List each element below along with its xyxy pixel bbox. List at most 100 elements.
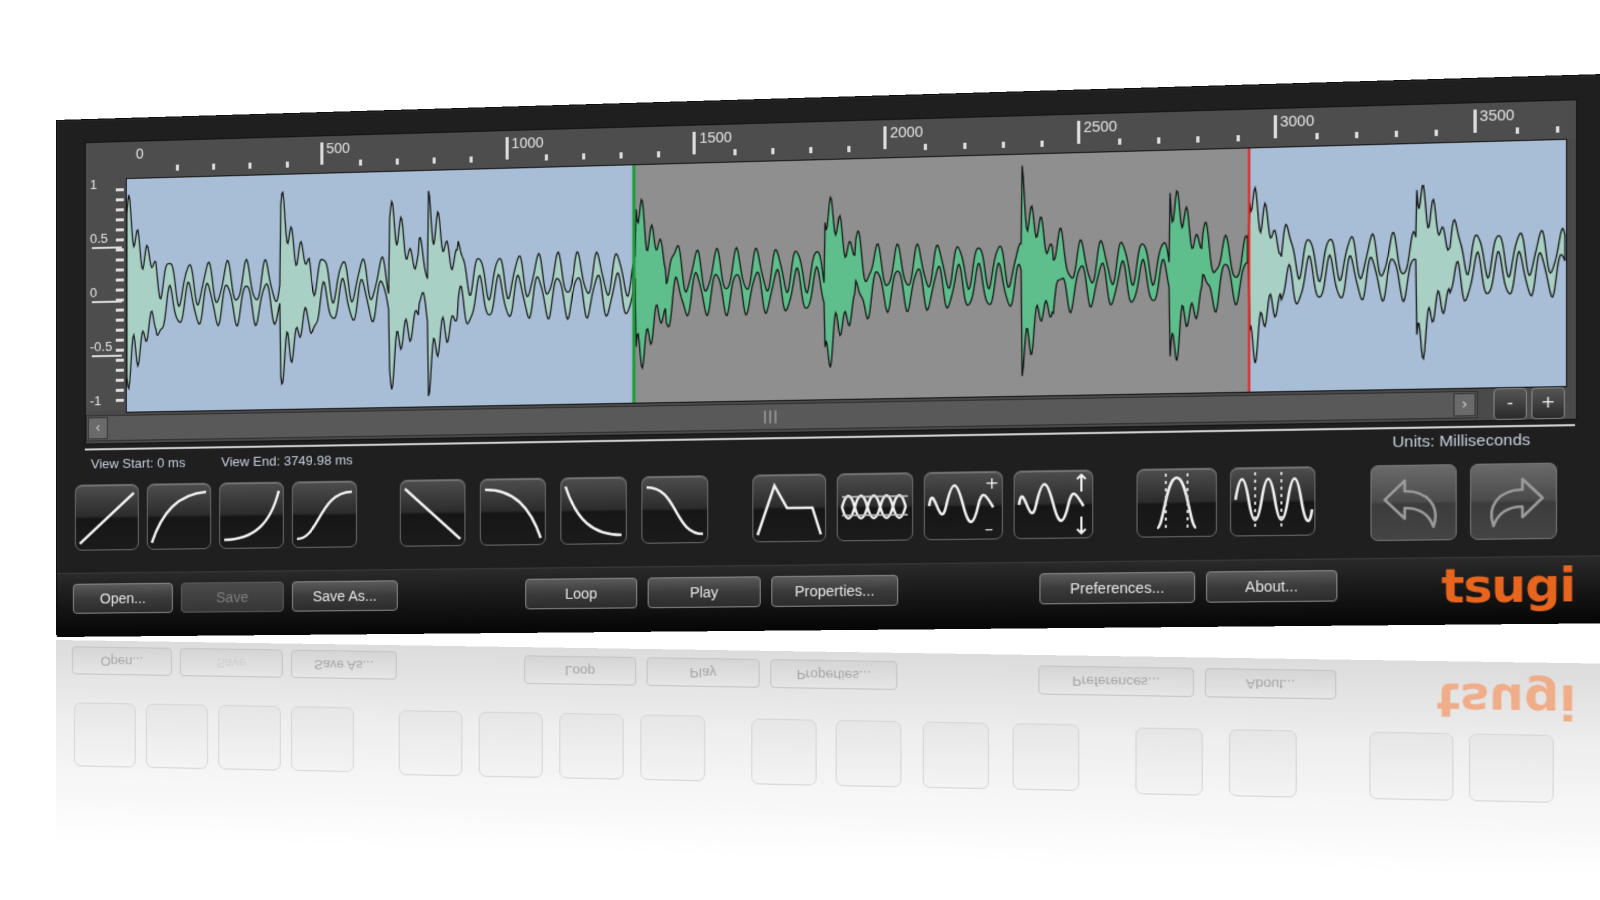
amplitude-minor-tick — [115, 288, 124, 292]
reflection-tool — [835, 719, 902, 788]
amplitude-minor-tick — [115, 218, 124, 222]
reflection-open: Open... — [71, 646, 172, 676]
save-as-button[interactable]: Save As... — [291, 580, 398, 612]
save-button[interactable]: Save — [180, 581, 284, 613]
amplitude-minor-tick — [115, 298, 124, 302]
amplitude-minor-tick — [115, 188, 124, 192]
zoom-in-button[interactable]: + — [1531, 387, 1565, 420]
redo-button[interactable] — [1470, 462, 1558, 540]
undo-button[interactable] — [1370, 464, 1457, 542]
fade-out-log-button[interactable] — [479, 477, 546, 546]
reflection-tool — [145, 703, 209, 770]
ruler-minor-tick — [1236, 135, 1240, 142]
ruler-minor-tick — [1315, 132, 1319, 140]
play-button[interactable]: Play — [647, 576, 761, 609]
fade-in-linear-button[interactable] — [74, 483, 139, 551]
waveform-canvas[interactable] — [125, 138, 1568, 413]
amplitude-minor-tick — [115, 398, 124, 402]
reflection-preferences: Preferences... — [1038, 665, 1195, 698]
reflection-properties: Properties... — [770, 659, 898, 691]
ruler-minor-tick — [809, 146, 813, 154]
reflection-tool — [640, 714, 706, 782]
reflection-tool — [1135, 727, 1203, 796]
ruler-minor-tick — [657, 151, 661, 158]
amplitude-axis: 1 0.5 0 -0.5 -1 — [85, 176, 126, 412]
ruler-minor-tick — [770, 148, 775, 155]
reflection-tool — [922, 721, 989, 790]
reflection-about: About... — [1204, 668, 1337, 700]
fade-in-exp-button[interactable] — [219, 481, 284, 549]
reflection-tool — [559, 712, 624, 780]
zero-crossing-single-button[interactable] — [1136, 467, 1217, 538]
ruler-minor-tick — [962, 142, 966, 150]
preferences-button[interactable]: Preferences... — [1039, 571, 1196, 605]
chevron-right-icon[interactable]: › — [1453, 392, 1476, 417]
amplitude-minor-tick — [115, 388, 124, 392]
fade-in-scurve-button[interactable] — [291, 480, 357, 549]
fade-out-linear-icon — [401, 480, 465, 546]
amplitude-minor-tick — [115, 308, 124, 312]
ruler-label: 3500 — [1479, 106, 1515, 125]
ruler-minor-tick — [1435, 129, 1439, 137]
amplitude-label: -1 — [89, 393, 102, 409]
amplitude-minor-tick — [115, 358, 124, 362]
properties-button[interactable]: Properties... — [771, 574, 899, 608]
gain-button[interactable]: + – — [923, 470, 1003, 541]
bottom-toolbar: Open... Save Save As... Loop Play Proper… — [56, 555, 1600, 637]
normalize-button[interactable] — [836, 472, 914, 542]
zoom-out-button[interactable]: - — [1493, 387, 1527, 421]
reflection-tool — [1468, 733, 1554, 803]
fade-out-scurve-icon — [642, 476, 707, 542]
waveform-editor: 0 500 1000 1500 2000 2500 3000 3500 1 0.5 0 -0.5 -1… — [84, 99, 1578, 445]
waveform-svg[interactable] — [126, 140, 1566, 412]
ruler-minor-tick — [847, 145, 851, 153]
loop-button[interactable]: Loop — [525, 577, 638, 610]
ruler-label: 500 — [326, 139, 351, 157]
ruler-minor-tick — [544, 154, 548, 161]
amplitude-label: -0.5 — [89, 338, 113, 355]
ruler-minor-tick — [1515, 127, 1519, 134]
amplitude-label: 0.5 — [89, 230, 108, 247]
chevron-left-icon[interactable]: ‹ — [87, 417, 108, 440]
envelope-icon — [753, 475, 825, 542]
ruler-major-tick — [692, 131, 697, 155]
fade-in-logarithmic-icon — [148, 484, 210, 549]
amplitude-minor-tick — [115, 238, 124, 242]
amplitude-minor-tick — [115, 368, 124, 372]
svg-text:–: – — [985, 519, 994, 539]
undo-icon — [1372, 465, 1456, 540]
zero-crossing-single-icon — [1138, 469, 1216, 537]
amplify-up-down-icon — [1015, 471, 1092, 539]
ruler-label: 1000 — [511, 134, 544, 152]
ruler-minor-tick — [582, 153, 586, 160]
view-start-label: View Start: 0 ms — [90, 454, 186, 472]
reflection-tool — [398, 710, 463, 777]
fade-in-log-button[interactable] — [146, 482, 212, 550]
scroll-grip[interactable]: ||| — [763, 409, 779, 424]
amplitude-minor-tick — [115, 258, 124, 262]
fade-in-linear-icon — [76, 485, 138, 550]
amplitude-minor-tick — [115, 208, 124, 212]
ruler-minor-tick — [395, 158, 399, 165]
fade-out-scurve-button[interactable] — [641, 475, 709, 544]
fade-out-exp-button[interactable] — [560, 476, 627, 545]
ruler-minor-tick — [176, 164, 180, 171]
ruler-minor-tick — [1196, 136, 1201, 143]
reflection-tool — [1228, 729, 1297, 798]
zero-crossing-double-button[interactable] — [1230, 466, 1316, 537]
ruler-minor-tick — [358, 159, 363, 166]
fade-in-scurve-icon — [293, 482, 356, 548]
reflection-play: Play — [646, 657, 760, 688]
about-button[interactable]: About... — [1206, 569, 1338, 603]
app-window: 0 500 1000 1500 2000 2500 3000 3500 1 0.5 0 -0.5 -1… — [56, 73, 1600, 637]
open-button[interactable]: Open... — [72, 582, 173, 614]
ruler-minor-tick — [1555, 126, 1560, 133]
fade-out-linear-button[interactable] — [399, 478, 466, 547]
waveform-trace — [1249, 180, 1565, 364]
zero-crossing-double-icon — [1231, 467, 1314, 535]
fade-out-exponential-icon — [561, 477, 625, 543]
envelope-button[interactable] — [752, 473, 827, 543]
view-end-label: View End: 3749.98 ms — [221, 452, 353, 470]
amplify-button[interactable] — [1013, 469, 1094, 540]
amplitude-label: 1 — [89, 176, 98, 193]
